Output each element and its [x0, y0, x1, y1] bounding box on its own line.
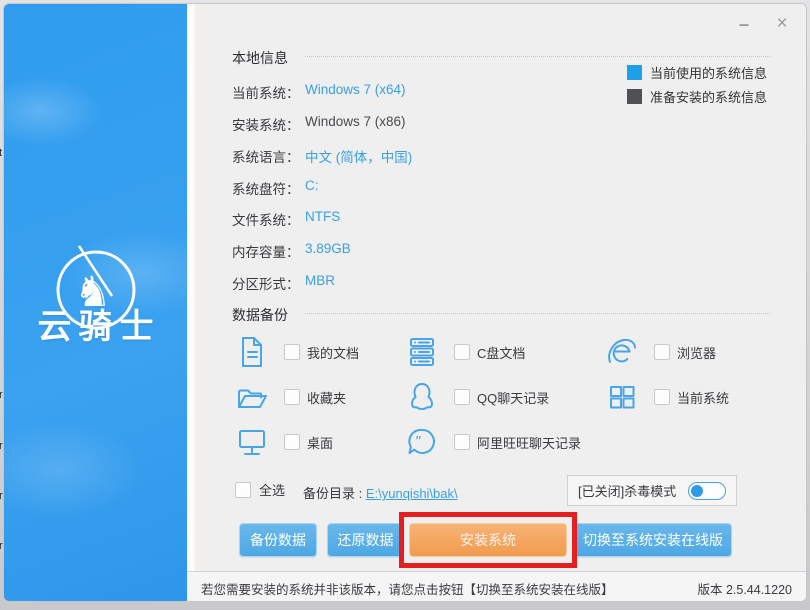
backup-item-c-drive-docs[interactable]: C盘文档 — [405, 333, 525, 371]
edge-artifact-letter: r — [0, 541, 3, 552]
info-value: MBR — [305, 273, 335, 293]
section-divider — [305, 313, 770, 314]
backup-item-label: 阿里旺旺聊天记录 — [477, 433, 581, 452]
wangwang-icon: ” — [405, 425, 439, 459]
select-all-label: 全选 — [259, 480, 285, 499]
restore-data-button[interactable]: 还原数据 — [327, 523, 404, 557]
backup-item-current-system[interactable]: 当前系统 — [605, 378, 729, 416]
backup-item-label: C盘文档 — [477, 343, 525, 362]
select-all-checkbox[interactable] — [235, 482, 251, 498]
brand-name: 云骑士 — [4, 299, 187, 348]
edge-artifact-letter: t — [0, 148, 2, 159]
backup-directory: 备份目录 : E:\yunqishi\bak\ — [303, 483, 458, 502]
info-value: Windows 7 (x86) — [305, 114, 406, 134]
my-documents-checkbox[interactable] — [284, 344, 300, 360]
backup-title: 数据备份 — [232, 305, 288, 325]
current-system-checkbox[interactable] — [654, 389, 670, 405]
legend-item-target: 准备安装的系统信息 — [627, 84, 767, 108]
backup-item-desktop[interactable]: 桌面 — [235, 423, 333, 461]
window-frame: ♞ 云骑士 – × 本地信息 当前使用的系统信息 准备安装的系统信息 — [0, 0, 810, 610]
desktop-checkbox[interactable] — [284, 434, 300, 450]
backup-item-qq-history[interactable]: QQ聊天记录 — [405, 378, 549, 416]
footer-hint: 若您需要安装的系统并非该版本，请您点击按钮【切换至系统安装在线版】 — [201, 579, 697, 598]
backup-item-label: QQ聊天记录 — [477, 388, 549, 407]
browser-checkbox[interactable] — [654, 344, 670, 360]
info-label: 系统盘符： — [232, 178, 305, 198]
monitor-icon — [235, 425, 269, 459]
info-row-memory: 内存容量： 3.89GB — [232, 241, 351, 261]
favorites-checkbox[interactable] — [284, 389, 300, 405]
options-row: 全选 备份目录 : E:\yunqishi\bak\ [已关闭]杀毒模式 — [187, 475, 806, 509]
legend: 当前使用的系统信息 准备安装的系统信息 — [627, 60, 767, 108]
backup-item-my-documents[interactable]: 我的文档 — [235, 333, 359, 371]
legend-swatch-current — [627, 65, 642, 80]
legend-item-current: 当前使用的系统信息 — [627, 60, 767, 84]
app-window: ♞ 云骑士 – × 本地信息 当前使用的系统信息 准备安装的系统信息 — [3, 3, 807, 602]
info-value: 中文 (简体，中国) — [305, 146, 412, 166]
qq-icon — [405, 380, 439, 414]
info-label: 文件系统： — [232, 209, 305, 229]
backup-item-label: 桌面 — [307, 433, 333, 452]
info-label: 系统语言： — [232, 146, 305, 166]
info-value: C: — [305, 178, 319, 198]
folder-icon — [235, 380, 269, 414]
backup-item-wangwang-history[interactable]: ” 阿里旺旺聊天记录 — [405, 423, 581, 461]
close-button[interactable]: × — [770, 12, 794, 36]
backup-item-label: 我的文档 — [307, 343, 359, 362]
qq-history-checkbox[interactable] — [454, 389, 470, 405]
info-label: 安装系统： — [232, 114, 305, 134]
info-row-partition: 分区形式： MBR — [232, 273, 335, 293]
legend-swatch-target — [627, 89, 642, 104]
legend-label: 当前使用的系统信息 — [650, 63, 767, 82]
minimize-button[interactable]: – — [732, 12, 756, 36]
windows-icon — [605, 380, 639, 414]
edge-artifact-letter: r — [0, 441, 3, 452]
info-row-install-system: 安装系统： Windows 7 (x86) — [232, 114, 406, 134]
backup-item-label: 收藏夹 — [307, 388, 346, 407]
switch-online-button[interactable]: 切换至系统安装在线版 — [574, 523, 732, 557]
antivirus-toggle[interactable] — [688, 482, 726, 500]
install-system-button[interactable]: 安装系统 — [409, 523, 567, 557]
main-panel: – × 本地信息 当前使用的系统信息 准备安装的系统信息 当前系统： Windo… — [187, 4, 806, 601]
sidebar: ♞ 云骑士 — [4, 4, 187, 601]
backup-item-label: 当前系统 — [677, 388, 729, 407]
backup-item-label: 浏览器 — [677, 343, 716, 362]
svg-text:”: ” — [415, 435, 422, 450]
backup-directory-label: 备份目录 : — [303, 486, 366, 501]
antivirus-mode-box: [已关闭]杀毒模式 — [567, 475, 737, 506]
info-row-system-language: 系统语言： 中文 (简体，中国) — [232, 146, 412, 166]
legend-label: 准备安装的系统信息 — [650, 87, 767, 106]
info-label: 分区形式： — [232, 273, 305, 293]
info-label: 内存容量： — [232, 241, 305, 261]
backup-data-button[interactable]: 备份数据 — [239, 523, 317, 557]
info-value: 3.89GB — [305, 241, 351, 261]
edge-artifact-letter: r — [0, 390, 3, 401]
drive-stack-icon — [405, 335, 439, 369]
antivirus-mode-label: [已关闭]杀毒模式 — [578, 481, 688, 500]
version-text: 版本 2.5.44.1220 — [697, 579, 792, 598]
toggle-knob — [691, 485, 703, 497]
info-value: Windows 7 (x64) — [305, 82, 406, 102]
local-info-title: 本地信息 — [232, 48, 288, 68]
footer: 若您需要安装的系统并非该版本，请您点击按钮【切换至系统安装在线版】 版本 2.5… — [187, 571, 806, 602]
backup-item-browser[interactable]: 浏览器 — [605, 333, 716, 371]
section-divider — [305, 56, 770, 57]
select-all[interactable]: 全选 — [235, 480, 285, 499]
info-row-system-drive: 系统盘符： C: — [232, 178, 319, 198]
edge-artifact-letter: r — [0, 491, 3, 502]
info-label: 当前系统： — [232, 82, 305, 102]
ie-browser-icon — [605, 335, 639, 369]
backup-directory-link[interactable]: E:\yunqishi\bak\ — [366, 486, 458, 501]
info-row-file-system: 文件系统： NTFS — [232, 209, 340, 229]
info-row-current-system: 当前系统： Windows 7 (x64) — [232, 82, 406, 102]
panel-divider — [187, 4, 202, 601]
wangwang-history-checkbox[interactable] — [454, 434, 470, 450]
c-drive-docs-checkbox[interactable] — [454, 344, 470, 360]
info-value: NTFS — [305, 209, 340, 229]
document-icon — [235, 335, 269, 369]
backup-item-favorites[interactable]: 收藏夹 — [235, 378, 346, 416]
